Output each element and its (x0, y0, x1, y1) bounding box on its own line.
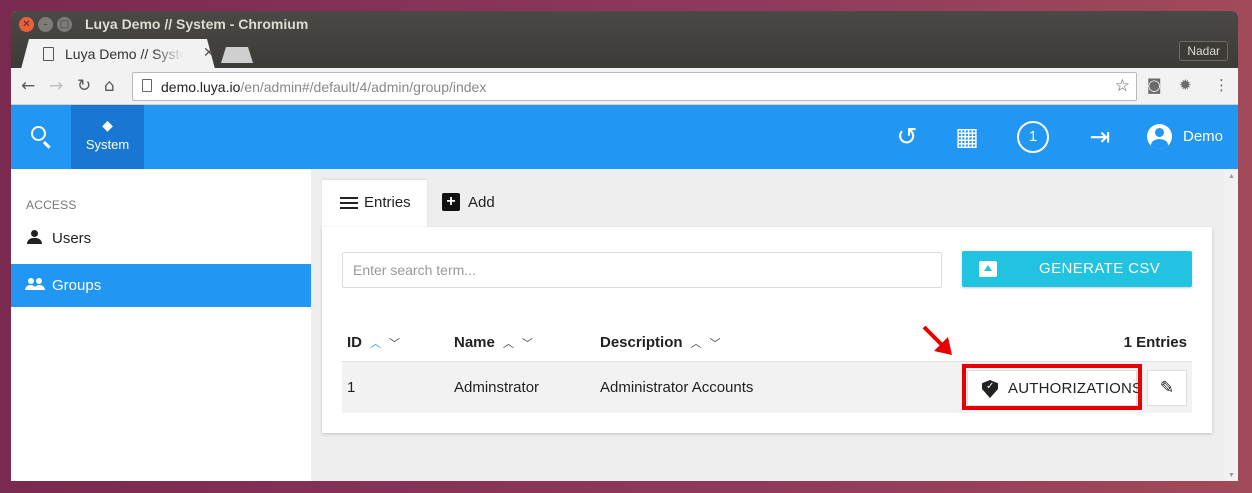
extension-icon[interactable]: ✹ (1179, 76, 1192, 94)
reload-cache-icon[interactable]: ↺ (891, 121, 923, 153)
home-icon[interactable]: ⌂ (104, 76, 115, 96)
cell-description: Administrator Accounts (600, 379, 754, 396)
tab-add[interactable]: + Add (432, 180, 512, 227)
window-maximize-button[interactable]: □ (57, 17, 72, 32)
sidebar-item-groups[interactable]: Groups (11, 264, 311, 307)
scroll-up-icon[interactable]: ▲ (1228, 173, 1235, 180)
logout-icon[interactable]: ⇥ (1084, 121, 1116, 153)
tab-entries[interactable]: Entries (322, 180, 427, 227)
table-row[interactable]: 1 Adminstrator Administrator Accounts AU… (342, 361, 1192, 413)
sidebar: ACCESS Users Groups (11, 169, 311, 481)
sort-asc-icon[interactable]: ︿ (691, 335, 702, 351)
account-icon[interactable] (1147, 124, 1172, 149)
tab-close-icon[interactable]: ✕ (203, 44, 215, 61)
search-button[interactable] (11, 105, 71, 169)
forward-icon[interactable]: → (49, 76, 63, 96)
menu-icon[interactable]: ⋮ (1214, 76, 1229, 94)
group-icon (25, 278, 45, 291)
window-minimize-button[interactable]: – (38, 17, 53, 32)
sidebar-item-label: Groups (52, 277, 102, 294)
highlight-annotation (962, 364, 1142, 410)
search-icon (31, 126, 46, 141)
tab-label: Add (468, 194, 495, 211)
title-bar: ✕ – □ Luya Demo // System - Chromium Luy… (11, 11, 1238, 69)
system-module-button[interactable]: ◆ System (71, 105, 144, 169)
user-name[interactable]: Demo (1183, 128, 1223, 145)
url-text: demo.luya.io/en/admin#/default/4/admin/g… (161, 79, 487, 95)
page-info-icon[interactable] (142, 79, 152, 92)
search-input[interactable] (342, 252, 942, 288)
window-controls: ✕ – □ (19, 17, 72, 32)
annotation-arrow-icon (922, 325, 952, 355)
reload-icon[interactable]: ↻ (77, 76, 91, 96)
layers-icon: ◆ (102, 117, 113, 133)
cell-name: Adminstrator (454, 379, 540, 396)
profile-button[interactable]: Nadar (1179, 41, 1228, 61)
app-header: ◆ System ↺ ▦ 1 ⇥ Demo (11, 105, 1238, 169)
sidebar-item-label: Users (52, 230, 92, 247)
sidebar-category: ACCESS (26, 198, 77, 212)
dashboard-icon[interactable]: ▦ (951, 121, 983, 153)
scrollbar[interactable]: ▲ ▼ (1224, 169, 1238, 481)
notification-badge[interactable]: 1 (1017, 121, 1049, 153)
sort-desc-icon[interactable]: ﹀ (710, 335, 721, 351)
address-bar[interactable]: demo.luya.io/en/admin#/default/4/admin/g… (132, 72, 1137, 101)
generate-csv-button[interactable]: GENERATE CSV (962, 251, 1192, 287)
browser-toolbar: ← → ↻ ⌂ demo.luya.io/en/admin#/default/4… (11, 68, 1238, 105)
sidebar-item-users[interactable]: Users (11, 217, 311, 260)
main-content: Entries + Add GENERATE CSV ID︿﹀ Name︿﹀ D… (311, 169, 1238, 481)
sort-desc-icon[interactable]: ﹀ (522, 335, 533, 351)
edit-button[interactable]: ✎ (1147, 370, 1187, 406)
csv-button-label: GENERATE CSV (1039, 260, 1161, 277)
entries-count: 1 Entries (1123, 334, 1187, 351)
sort-desc-icon[interactable]: ﹀ (389, 335, 400, 351)
browser-window: ✕ – □ Luya Demo // System - Chromium Luy… (11, 11, 1238, 481)
person-icon (27, 230, 42, 244)
camera-icon[interactable]: ◙ (1147, 76, 1162, 94)
column-header-name[interactable]: Name ︿ ﹀ (454, 334, 533, 351)
page-icon (43, 47, 54, 61)
window-title: Luya Demo // System - Chromium (85, 16, 309, 32)
pencil-icon: ✎ (1159, 378, 1175, 398)
sort-asc-icon[interactable]: ︿ (370, 335, 381, 351)
tab-label: Entries (364, 194, 411, 211)
sort-asc-icon[interactable]: ︿ (503, 335, 514, 351)
tab-title: Luya Demo // System (65, 46, 183, 62)
plus-icon: + (442, 193, 460, 211)
back-icon[interactable]: ← (21, 76, 35, 96)
new-tab-button[interactable] (221, 47, 253, 63)
column-header-description[interactable]: Description ︿ ﹀ (600, 334, 721, 351)
column-header-id[interactable]: ID ︿ ﹀ (347, 334, 400, 351)
export-icon (979, 261, 997, 277)
entries-card: GENERATE CSV ID︿﹀ Name︿﹀ Description︿﹀ 1… (322, 227, 1212, 433)
cell-id: 1 (347, 379, 356, 396)
system-label: System (85, 137, 130, 152)
scroll-down-icon[interactable]: ▼ (1228, 472, 1235, 479)
bookmark-star-icon[interactable]: ☆ (1115, 76, 1130, 96)
browser-tab[interactable]: Luya Demo // System ✕ (21, 39, 215, 69)
hamburger-icon (340, 197, 358, 209)
window-close-button[interactable]: ✕ (19, 17, 34, 32)
